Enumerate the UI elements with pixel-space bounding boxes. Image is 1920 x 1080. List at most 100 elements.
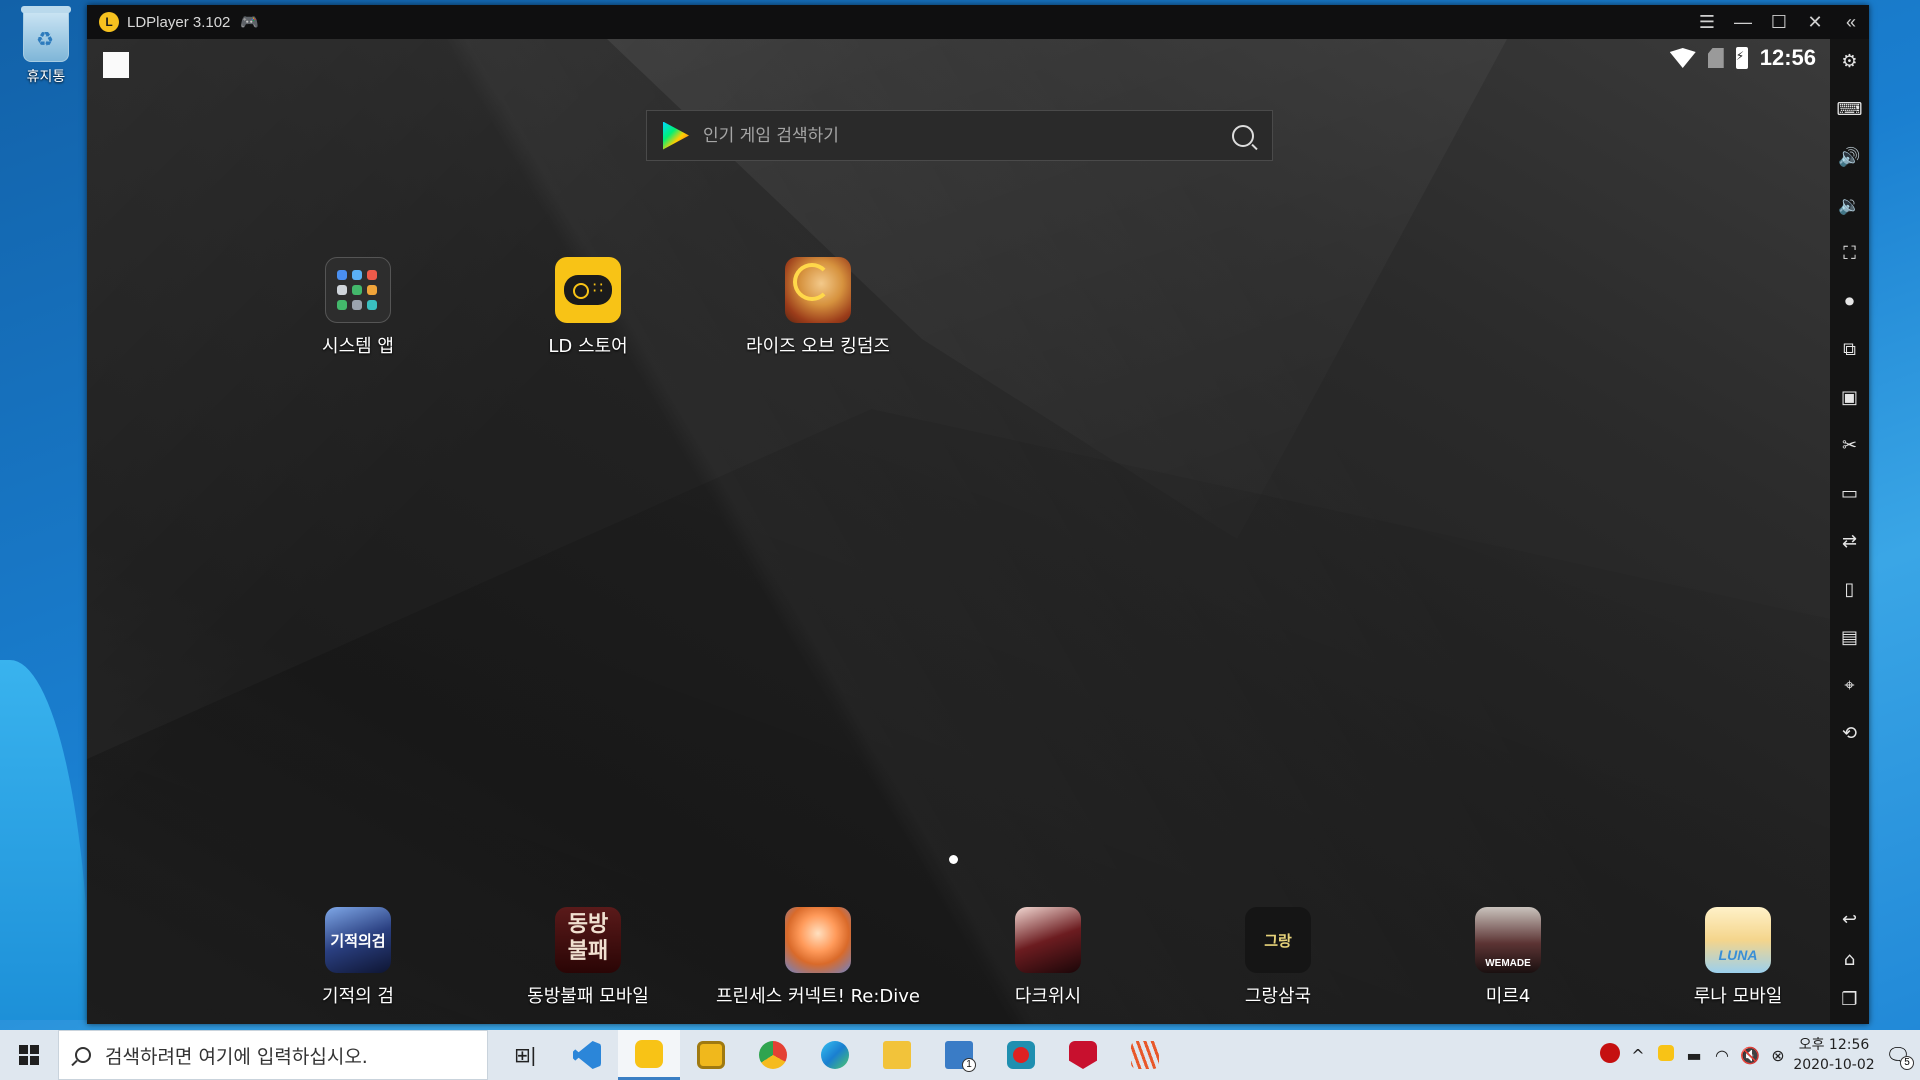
chevron-up-icon[interactable]: ^ <box>1624 1046 1652 1065</box>
app-rise-of-kingdoms[interactable]: 라이즈 오브 킹덤즈 <box>728 257 908 358</box>
fullscreen-icon[interactable]: ⛶ <box>1837 239 1863 268</box>
minimize-button[interactable]: — <box>1725 5 1761 39</box>
app-label: 다크위시 <box>1014 986 1082 1007</box>
notification-count: 5 <box>1900 1056 1914 1070</box>
app-system-apps[interactable]: 시스템 앱 <box>268 257 448 358</box>
ld-multi-taskbar-icon[interactable] <box>680 1030 742 1080</box>
wifi-tray-icon[interactable]: ◠ <box>1708 1046 1736 1065</box>
page-indicator-dot <box>949 855 958 864</box>
video-icon[interactable]: ▭ <box>1837 479 1863 508</box>
chrome-taskbar-icon[interactable] <box>742 1030 804 1080</box>
home-icon[interactable]: ⌂ <box>1837 945 1863 974</box>
wifi-icon <box>1669 48 1696 68</box>
mir4-icon: WEMADE <box>1475 907 1541 973</box>
play-store-icon <box>663 121 689 150</box>
settings-icon[interactable]: ⚙ <box>1837 47 1863 76</box>
action-center-button[interactable]: 🗨 5 <box>1876 1030 1920 1080</box>
system-tray: ^ ▬ ◠ 🔇 ⊗ 오후 12:56 2020-10-02 🗨 5 <box>1596 1030 1920 1080</box>
close-circle-icon[interactable]: ⊗ <box>1764 1046 1792 1065</box>
ldplayer-toolbar: ⚙ ⌨ 🔊 🔉 ⛶ ⏺ ⧉ ▣ ✂ ▭ ⇄ ▯ ▤ ⌖ ⟲ ↩ ⌂ ❐ <box>1830 39 1869 1024</box>
princess-connect-icon <box>785 907 851 973</box>
clock-date: 2020-10-02 <box>1793 1057 1875 1073</box>
mcafee-taskbar-icon[interactable] <box>1052 1030 1114 1080</box>
dongbang-bulpae-icon: 동방 불패 <box>555 907 621 973</box>
gamepad-icon[interactable]: 🎮 <box>240 13 259 31</box>
back-icon[interactable]: ↩ <box>1837 905 1863 934</box>
ldplayer-tray-icon[interactable] <box>1652 1045 1680 1065</box>
app-dongbang-bulpae[interactable]: 동방 불패 동방불패 모바일 <box>498 907 678 1008</box>
close-button[interactable]: ✕ <box>1797 5 1833 39</box>
multi-instance-icon[interactable]: ⧉ <box>1837 335 1863 364</box>
miracle-sword-icon: 기적의검 <box>325 907 391 973</box>
app-label: 그랑삼국 <box>1244 986 1312 1007</box>
app-miracle-sword[interactable]: 기적의검 기적의 검 <box>268 907 448 1008</box>
app-mir4[interactable]: WEMADE 미르4 <box>1418 907 1598 1008</box>
app-luna-mobile[interactable]: LUNA 루나 모바일 <box>1648 907 1828 1008</box>
darkwish-icon <box>1015 907 1081 973</box>
file-explorer-taskbar-icon[interactable] <box>866 1030 928 1080</box>
maximize-button[interactable]: ☐ <box>1761 5 1797 39</box>
battery-tray-icon[interactable]: ▬ <box>1680 1046 1708 1065</box>
keyboard-icon[interactable]: ⌨ <box>1837 95 1863 124</box>
app-princess-connect[interactable]: 프린세스 커넥트! Re:Dive <box>716 907 920 1008</box>
display-icon[interactable]: ▤ <box>1837 623 1863 652</box>
app-ld-store[interactable]: LD 스토어 <box>498 257 678 358</box>
app-grand-three-kingdoms[interactable]: 그랑 그랑삼국 <box>1188 907 1368 1008</box>
scissors-icon[interactable]: ✂ <box>1837 431 1863 460</box>
app-label: LD 스토어 <box>548 336 628 357</box>
location-icon[interactable]: ⌖ <box>1837 671 1863 700</box>
system-apps-folder-icon <box>325 257 391 323</box>
volume-down-icon[interactable]: 🔉 <box>1837 191 1863 220</box>
taskbar-search-placeholder: 검색하려면 여기에 입력하십시오. <box>105 1045 368 1068</box>
no-sim-icon <box>1707 48 1724 68</box>
edge-taskbar-icon[interactable] <box>804 1030 866 1080</box>
app-darkwish[interactable]: 다크위시 <box>958 907 1138 1008</box>
recycle-bin-icon: ♻ <box>21 6 71 62</box>
rise-of-kingdoms-icon <box>785 257 851 323</box>
ld-store-icon <box>555 257 621 323</box>
antivirus-tray-icon[interactable] <box>1596 1043 1624 1067</box>
record-icon[interactable]: ⏺ <box>1837 287 1863 316</box>
apk-install-icon[interactable]: ▣ <box>1837 383 1863 412</box>
taskbar-clock[interactable]: 오후 12:56 2020-10-02 <box>1792 1035 1876 1075</box>
sync-icon[interactable]: ⇄ <box>1837 527 1863 556</box>
taskbar-search-box[interactable]: 검색하려면 여기에 입력하십시오. <box>58 1030 488 1080</box>
mail-taskbar-icon[interactable]: 1 <box>928 1030 990 1080</box>
desktop-wallpaper-wave <box>0 660 90 1020</box>
app-label: 시스템 앱 <box>322 336 394 357</box>
search-icon <box>75 1047 91 1063</box>
search-icon[interactable] <box>1232 124 1254 147</box>
start-button[interactable] <box>0 1030 58 1080</box>
game-search-input[interactable] <box>703 125 1232 146</box>
red-app-taskbar-icon[interactable] <box>990 1030 1052 1080</box>
clock-time: 오후 12:56 <box>1798 1037 1870 1053</box>
ldplayer-window: L LDPlayer 3.102 🎮 ☰ — ☐ ✕ « 12:56 <box>87 5 1869 1024</box>
window-title: LDPlayer 3.102 <box>127 13 231 31</box>
android-home-screen: 12:56 시스템 앱 LD 스토어 라이즈 오브 킹덤즈 기 <box>87 39 1830 1024</box>
battery-charging-icon <box>1735 47 1748 69</box>
vscode-taskbar-icon[interactable] <box>556 1030 618 1080</box>
recents-icon[interactable]: ❐ <box>1837 985 1863 1014</box>
app-label: 미르4 <box>1485 986 1531 1007</box>
windows-logo-icon <box>19 1045 39 1065</box>
volume-up-icon[interactable]: 🔊 <box>1837 143 1863 172</box>
app-label: 루나 모바일 <box>1693 986 1783 1007</box>
title-bar[interactable]: L LDPlayer 3.102 🎮 ☰ — ☐ ✕ « <box>87 5 1869 39</box>
stripes-app-taskbar-icon[interactable] <box>1114 1030 1176 1080</box>
play-store-search-bar[interactable] <box>646 110 1273 161</box>
mail-badge: 1 <box>962 1058 976 1072</box>
windows-taskbar: 검색하려면 여기에 입력하십시오. ⊞| 1 ^ ▬ ◠ 🔇 ⊗ 오후 12:5… <box>0 1030 1920 1080</box>
status-bar: 12:56 <box>1669 45 1816 71</box>
ldplayer-logo-icon: L <box>99 12 119 32</box>
recycle-bin[interactable]: ♻ 휴지통 <box>14 6 78 86</box>
luna-mobile-icon: LUNA <box>1705 907 1771 973</box>
task-view-button[interactable]: ⊞| <box>494 1030 556 1080</box>
collapse-sidebar-button[interactable]: « <box>1833 5 1869 39</box>
status-clock: 12:56 <box>1759 45 1816 70</box>
menu-button[interactable]: ☰ <box>1689 5 1725 39</box>
rotate-icon[interactable]: ⟲ <box>1837 719 1863 748</box>
grand-three-kingdoms-icon: 그랑 <box>1245 907 1311 973</box>
shake-icon[interactable]: ▯ <box>1837 575 1863 604</box>
volume-muted-icon[interactable]: 🔇 <box>1736 1046 1764 1065</box>
ldplayer-taskbar-icon[interactable] <box>618 1030 680 1080</box>
